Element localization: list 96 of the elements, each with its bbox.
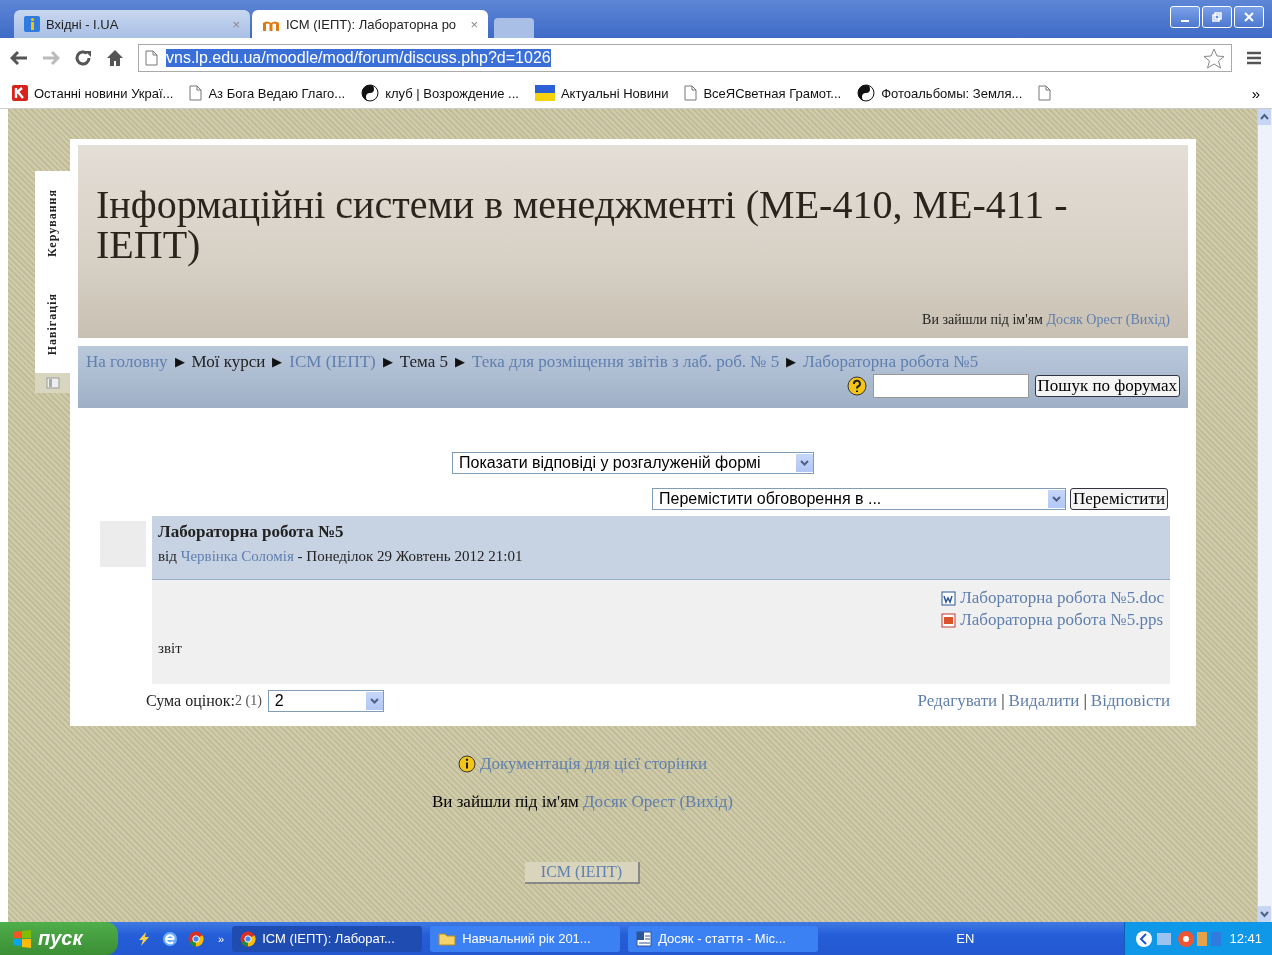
separator-arrow: ▶ <box>382 354 393 370</box>
scroll-up-icon[interactable] <box>1258 109 1271 125</box>
course-button[interactable]: ІСМ (ІЕПТ) <box>524 862 641 884</box>
menu-icon[interactable] <box>1246 50 1262 66</box>
breadcrumb-item[interactable]: Лабораторна робота №5 <box>803 352 979 372</box>
author-link[interactable]: Червінка Соломія <box>180 548 294 564</box>
reload-icon[interactable] <box>74 49 92 67</box>
breadcrumb-item: Тема 5 <box>399 352 448 372</box>
rating-value: 2 (1) <box>234 693 262 708</box>
more-icon[interactable]: » <box>218 932 225 945</box>
clock: 12:41 <box>1229 931 1262 946</box>
rating-select[interactable]: 2 <box>267 690 384 712</box>
minimize-icon <box>1181 20 1189 22</box>
rating-label: Сума оцінок: <box>146 692 235 710</box>
bookmark[interactable]: Останні новини Украї... <box>12 85 174 101</box>
minimize-button[interactable] <box>1170 6 1200 28</box>
restore-icon <box>1212 12 1222 22</box>
document-icon <box>636 930 653 947</box>
page-icon <box>684 85 698 101</box>
powerpoint-file-icon <box>941 612 957 628</box>
close-button[interactable] <box>1234 6 1264 28</box>
taskbar-button[interactable]: ІСМ (ІЕПТ): Лаборат... <box>232 925 423 952</box>
display-mode-select[interactable]: Показати відповіді у розгалуженій формі <box>452 452 814 474</box>
yin-yang-icon <box>361 84 380 102</box>
scrollbar[interactable] <box>1257 109 1272 922</box>
attachment-link[interactable]: Лабораторна робота №5.doc <box>960 588 1164 608</box>
logout-link[interactable]: (Вихід) <box>679 792 734 811</box>
footer-login-text: Ви зайшли під ім'ям <box>431 792 579 811</box>
separator-arrow: ▶ <box>455 354 465 370</box>
move-button[interactable]: Перемістити <box>1070 488 1168 510</box>
separator: | <box>1001 691 1005 711</box>
login-text: Ви зайшли під ім'ям <box>922 312 1043 327</box>
browser-tab[interactable]: Вхідні - I.UA × <box>14 10 250 38</box>
separator-arrow: ▶ <box>174 354 185 370</box>
post-message: звіт <box>158 640 183 657</box>
search-forums-button[interactable]: Пошук по форумах <box>1034 375 1180 397</box>
command-link[interactable]: Відповісти <box>1090 691 1170 711</box>
search-field[interactable] <box>872 374 1029 398</box>
post-subject: Лабораторна робота №5 <box>158 522 345 542</box>
breadcrumb-item[interactable]: На головну <box>86 352 168 372</box>
back-icon[interactable] <box>10 50 28 66</box>
breadcrumb-item[interactable]: ІСМ (ІЕПТ) <box>289 352 376 372</box>
move-discussion-select[interactable]: Перемістити обговорення в ... <box>652 488 1067 510</box>
scroll-down-icon[interactable] <box>1258 906 1271 922</box>
separator-arrow: ▶ <box>272 354 283 370</box>
separator: | <box>1083 691 1087 711</box>
star-icon[interactable] <box>1203 47 1225 69</box>
command-link[interactable]: Видалити <box>1008 691 1080 711</box>
yin-yang-icon <box>857 84 876 102</box>
close-icon <box>1244 12 1254 22</box>
command-link[interactable]: Редагувати <box>917 691 998 711</box>
taskbar-button[interactable]: Досяк - стаття - Mic... <box>628 925 819 952</box>
home-icon[interactable] <box>106 49 124 67</box>
user-link[interactable]: Досяк Орест <box>1046 312 1123 327</box>
browser-tab[interactable]: ІСМ (ІЕПТ): Лабораторна ро × <box>252 10 488 38</box>
word-file-icon <box>941 590 957 606</box>
block-tab[interactable]: Керування <box>45 189 60 257</box>
block-tab[interactable]: Навігація <box>45 292 60 356</box>
documentation-link[interactable]: Документація для цієї сторінки <box>479 754 708 774</box>
bookmark[interactable]: Актуальні Новини <box>534 85 669 101</box>
bookmark[interactable]: Аз Бога Ведаю Глаго... <box>189 85 346 101</box>
chrome-icon <box>240 930 257 947</box>
post-date: - Понеділок 29 Жовтень 2012 21:01 <box>297 548 523 564</box>
taskbar-button[interactable]: Навчальний рік 201... <box>430 925 621 952</box>
course-title: Інформаційні системи в менеджменті (МЕ-410, МЕ-411 - ІЕПТ) <box>96 185 1069 265</box>
flag-icon <box>534 85 555 101</box>
page-icon <box>189 85 203 101</box>
bookmark[interactable]: клуб | Возрождение ... <box>361 84 519 102</box>
windows-logo-icon <box>12 929 32 948</box>
close-icon[interactable]: × <box>232 16 240 32</box>
k-logo-icon <box>12 85 28 101</box>
close-icon[interactable]: × <box>470 16 478 32</box>
separator-arrow: ▶ <box>786 354 797 370</box>
info-icon <box>457 755 476 773</box>
help-icon[interactable] <box>846 376 867 396</box>
lightning-icon[interactable] <box>136 930 152 947</box>
bookmark[interactable]: Фотоальбомы: Земля... <box>857 84 1023 102</box>
attachment-link[interactable]: Лабораторна робота №5.pps <box>960 610 1164 630</box>
address-bar[interactable]: vns.lp.edu.ua/moodle/mod/forum/discuss.php?d=1026 <box>138 44 1232 72</box>
logout-link[interactable]: (Вихід) <box>1125 312 1170 327</box>
page-icon <box>1038 85 1052 101</box>
breadcrumb-item[interactable]: Тека для розміщення звітів з лаб. роб. № 5 <box>472 352 780 372</box>
more-bookmarks-button[interactable]: » <box>1251 84 1260 102</box>
chrome-icon <box>188 930 204 947</box>
page-icon <box>145 50 158 66</box>
info-icon <box>24 16 40 32</box>
bookmark[interactable]: ВсеЯСветная Грамот... <box>684 85 842 101</box>
folder-icon <box>438 931 457 946</box>
by-label: від <box>158 548 177 564</box>
user-link[interactable]: Досяк Орест <box>583 792 676 811</box>
language-indicator[interactable]: EN <box>956 931 975 946</box>
breadcrumb-item: Мої курси <box>191 352 266 372</box>
tray-icons-drawing[interactable] <box>1135 929 1224 948</box>
restore-button[interactable] <box>1202 6 1232 28</box>
browser-e-icon[interactable] <box>162 930 178 947</box>
start-button[interactable]: пуск <box>0 922 118 955</box>
